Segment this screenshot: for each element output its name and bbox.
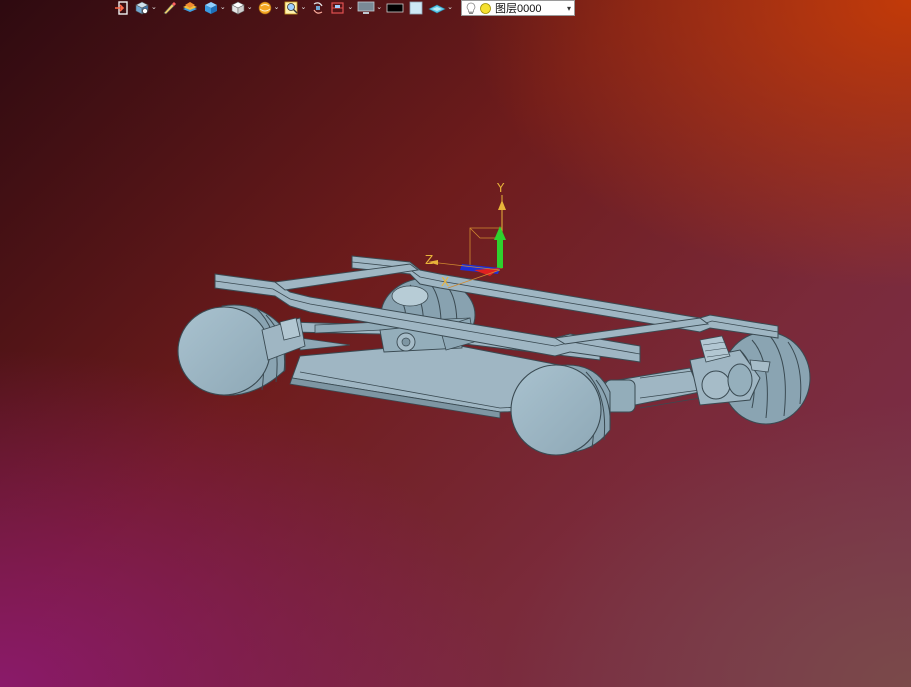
coordinate-triad: Y Z X	[425, 181, 506, 289]
wheel-front-right	[510, 364, 611, 456]
z-axis-label: Z	[425, 253, 433, 267]
x-axis-label: X	[441, 275, 449, 289]
model-scene: Y Z X	[177, 181, 811, 456]
y-axis-arrow	[497, 238, 503, 268]
y-axis-label: Y	[496, 181, 505, 195]
motor-front-right	[599, 367, 701, 413]
3d-viewport[interactable]: ⌄ ⌄ ⌄ ⌄ ⌄ ⌄ ⌄ ⌄ 图层0000 ▾ Y Z X	[0, 0, 911, 687]
wheel-front-left	[177, 304, 306, 396]
